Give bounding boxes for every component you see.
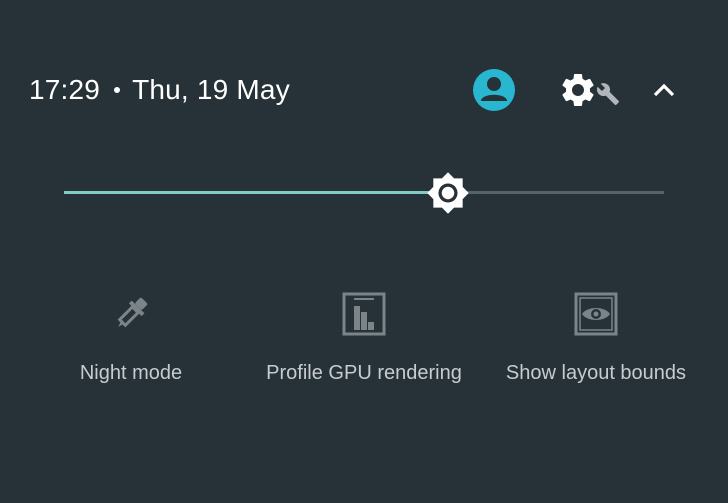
slider-track <box>64 191 664 194</box>
wrench-icon <box>596 83 619 105</box>
quick-settings-panel: 17:29 Thu, 19 May Night mode Profile GPU… <box>0 0 728 503</box>
collapse-button[interactable] <box>647 74 681 106</box>
account-circle-icon <box>473 69 515 111</box>
tile-label: Profile GPU rendering <box>266 362 462 384</box>
tile-label: Show layout bounds <box>505 362 687 384</box>
tile-profile-gpu-rendering[interactable]: Profile GPU rendering <box>248 290 480 400</box>
user-avatar-button[interactable] <box>472 68 516 112</box>
settings-gear-icon <box>562 73 594 106</box>
layout-bounds-eye-icon <box>574 292 618 336</box>
brightness-slider[interactable] <box>64 172 664 214</box>
status-date: Thu, 19 May <box>132 74 290 105</box>
status-datetime[interactable]: 17:29 Thu, 19 May <box>29 72 290 108</box>
chevron-up-icon <box>653 83 675 97</box>
quick-settings-header: 17:29 Thu, 19 May <box>0 62 728 118</box>
brightness-icon <box>427 172 469 214</box>
slider-fill <box>64 191 448 194</box>
gpu-bars-icon <box>342 292 386 336</box>
tile-label: Night mode <box>79 362 183 384</box>
slider-thumb[interactable] <box>426 171 470 215</box>
tile-night-mode[interactable]: Night mode <box>15 290 247 400</box>
settings-button[interactable] <box>558 70 624 110</box>
clock-time: 17:29 <box>29 74 101 105</box>
separator-dot <box>114 86 121 93</box>
tile-show-layout-bounds[interactable]: Show layout bounds <box>480 290 712 400</box>
eyedropper-icon <box>117 297 148 328</box>
